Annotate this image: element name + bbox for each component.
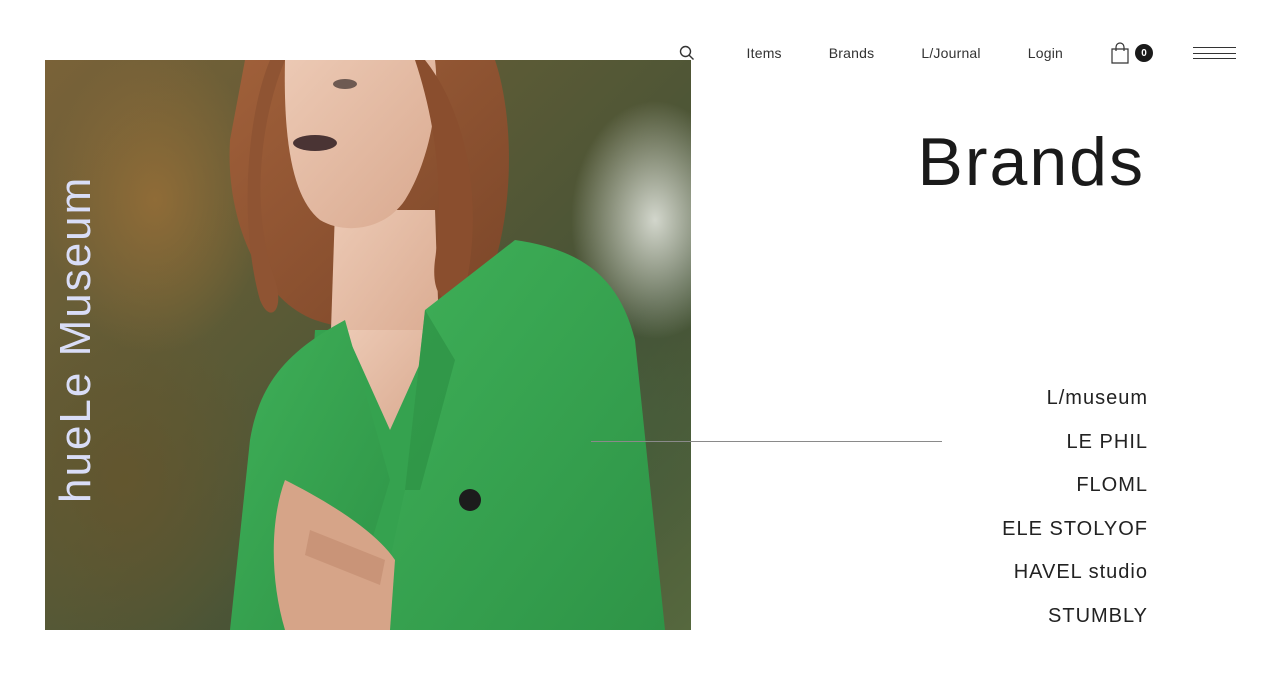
hamburger-menu-icon[interactable] — [1193, 47, 1236, 59]
brand-link-havel-studio[interactable]: HAVEL studio — [1002, 557, 1148, 601]
vertical-brand-title: hueLe Museum — [51, 175, 100, 503]
brand-link-le-phil[interactable]: LE PHIL — [1002, 427, 1148, 471]
shopping-bag-icon — [1110, 42, 1130, 64]
brand-link-l-museum[interactable]: L/museum — [1002, 383, 1148, 427]
model-photo — [229, 60, 665, 630]
nav-link-login[interactable]: Login — [1028, 45, 1063, 61]
brand-list: L/museum LE PHIL FLOML ELE STOLYOF HAVEL… — [1002, 383, 1148, 644]
cart-button[interactable]: 0 — [1110, 42, 1153, 64]
brand-link-ele-stolyof[interactable]: ELE STOLYOF — [1002, 514, 1148, 558]
nav-link-journal[interactable]: L/Journal — [921, 45, 980, 61]
page-title: Brands — [917, 124, 1145, 200]
nav-link-items[interactable]: Items — [747, 45, 782, 61]
brand-link-floml[interactable]: FLOML — [1002, 470, 1148, 514]
divider-line — [591, 441, 942, 442]
brand-link-stumbly[interactable]: STUMBLY — [1002, 601, 1148, 645]
page: Items Brands L/Journal Login 0 hueLe Mus… — [0, 0, 1280, 688]
cart-count-badge: 0 — [1135, 44, 1153, 62]
nav-link-brands[interactable]: Brands — [829, 45, 875, 61]
top-navigation: Items Brands L/Journal Login 0 — [679, 38, 1236, 68]
hero-image: hueLe Museum — [45, 60, 691, 630]
search-icon[interactable] — [679, 45, 695, 61]
